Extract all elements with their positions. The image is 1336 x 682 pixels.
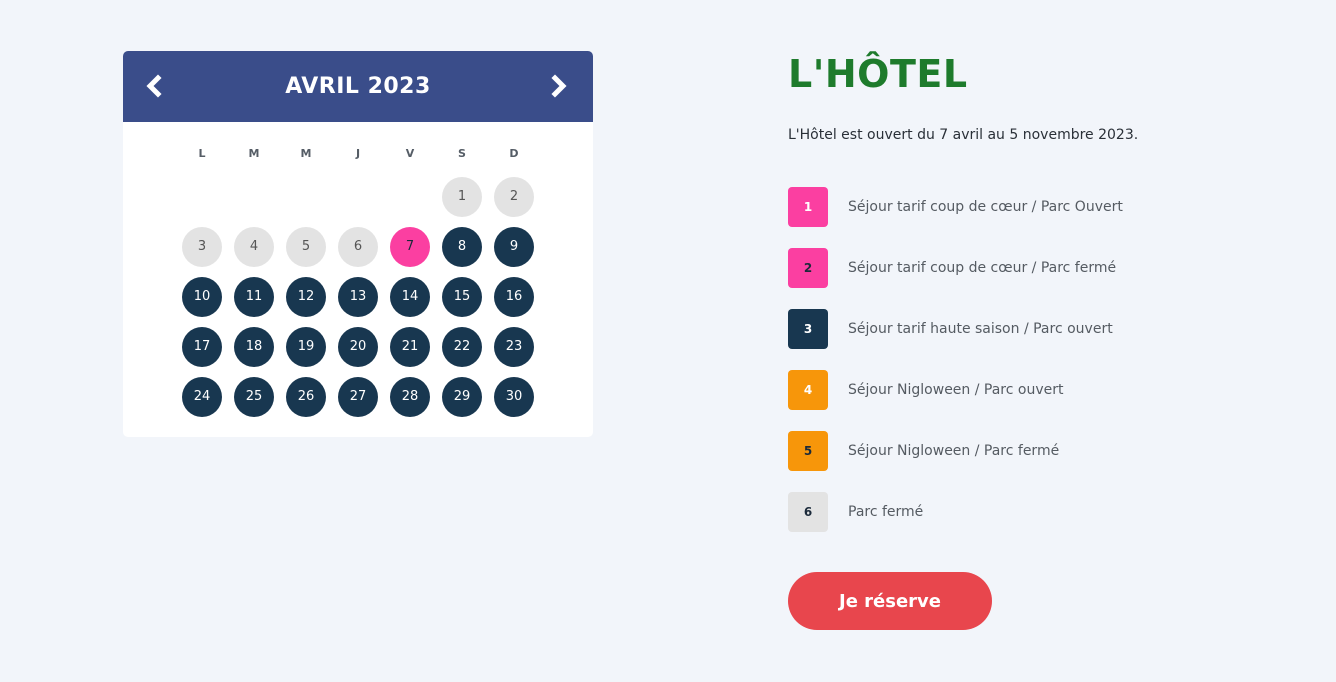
- weekday-label: M: [248, 147, 260, 160]
- hotel-opening-text: L'Hôtel est ouvert du 7 avril au 5 novem…: [788, 127, 1139, 143]
- calendar-day[interactable]: 8: [442, 227, 482, 267]
- legend-swatch: 1: [788, 187, 828, 227]
- calendar-day[interactable]: 15: [442, 277, 482, 317]
- legend-item: 1 Séjour tarif coup de cœur / Parc Ouvert: [788, 187, 1208, 227]
- weekday-label: J: [355, 147, 361, 160]
- legend-item: 4 Séjour Nigloween / Parc ouvert: [788, 370, 1208, 410]
- legend-label: Séjour tarif haute saison / Parc ouvert: [848, 321, 1113, 337]
- calendar-day[interactable]: 24: [182, 377, 222, 417]
- calendar-day[interactable]: 22: [442, 327, 482, 367]
- calendar-day[interactable]: 1: [442, 177, 482, 217]
- legend-item: 3 Séjour tarif haute saison / Parc ouvert: [788, 309, 1208, 349]
- legend-label: Parc fermé: [848, 504, 924, 520]
- legend-label: Séjour Nigloween / Parc ouvert: [848, 382, 1064, 398]
- legend-swatch: 2: [788, 248, 828, 288]
- calendar-day[interactable]: 10: [182, 277, 222, 317]
- calendar-day[interactable]: 21: [390, 327, 430, 367]
- weekday-label: M: [300, 147, 312, 160]
- calendar-day[interactable]: 23: [494, 327, 534, 367]
- reserve-button[interactable]: Je réserve: [788, 572, 992, 630]
- legend-label: Séjour tarif coup de cœur / Parc Ouvert: [848, 199, 1123, 215]
- calendar-day[interactable]: 6: [338, 227, 378, 267]
- calendar-day[interactable]: 25: [234, 377, 274, 417]
- calendar-day[interactable]: 16: [494, 277, 534, 317]
- calendar-day[interactable]: 7: [390, 227, 430, 267]
- calendar-day[interactable]: 20: [338, 327, 378, 367]
- legend-swatch: 5: [788, 431, 828, 471]
- legend-item: 2 Séjour tarif coup de cœur / Parc fermé: [788, 248, 1208, 288]
- legend-label: Séjour tarif coup de cœur / Parc fermé: [848, 260, 1117, 276]
- weekday-label: S: [458, 147, 466, 160]
- calendar-day[interactable]: 30: [494, 377, 534, 417]
- legend-label: Séjour Nigloween / Parc fermé: [848, 443, 1060, 459]
- calendar-day[interactable]: 12: [286, 277, 326, 317]
- calendar-day[interactable]: 3: [182, 227, 222, 267]
- page-title: L'HÔTEL: [788, 52, 968, 96]
- legend-swatch: 6: [788, 492, 828, 532]
- calendar-day[interactable]: 13: [338, 277, 378, 317]
- legend-swatch: 4: [788, 370, 828, 410]
- calendar-day[interactable]: 29: [442, 377, 482, 417]
- calendar-day[interactable]: 26: [286, 377, 326, 417]
- calendar-day[interactable]: 19: [286, 327, 326, 367]
- calendar-day[interactable]: 14: [390, 277, 430, 317]
- calendar-day[interactable]: 11: [234, 277, 274, 317]
- calendar-month-title: AVRIL 2023: [285, 74, 431, 99]
- calendar-day[interactable]: 4: [234, 227, 274, 267]
- calendar-day[interactable]: 28: [390, 377, 430, 417]
- weekday-label: L: [198, 147, 206, 160]
- calendar-day[interactable]: 5: [286, 227, 326, 267]
- calendar-day[interactable]: 17: [182, 327, 222, 367]
- calendar-day[interactable]: 9: [494, 227, 534, 267]
- calendar-day[interactable]: 27: [338, 377, 378, 417]
- calendar-header: AVRIL 2023: [123, 51, 593, 122]
- weekday-header-row: LMMJVSD: [123, 147, 593, 161]
- calendar-widget: AVRIL 2023 LMMJVSD 1 2 3 4 5 6 7 8 9 10 11 12 13 14 15…: [123, 51, 593, 437]
- weekday-label: D: [509, 147, 519, 160]
- legend-item: 6 Parc fermé: [788, 492, 1208, 532]
- weekday-label: V: [405, 147, 415, 160]
- chevron-right-icon[interactable]: [546, 74, 570, 98]
- legend-swatch: 3: [788, 309, 828, 349]
- calendar-day[interactable]: 2: [494, 177, 534, 217]
- calendar-day[interactable]: 18: [234, 327, 274, 367]
- legend-item: 5 Séjour Nigloween / Parc fermé: [788, 431, 1208, 471]
